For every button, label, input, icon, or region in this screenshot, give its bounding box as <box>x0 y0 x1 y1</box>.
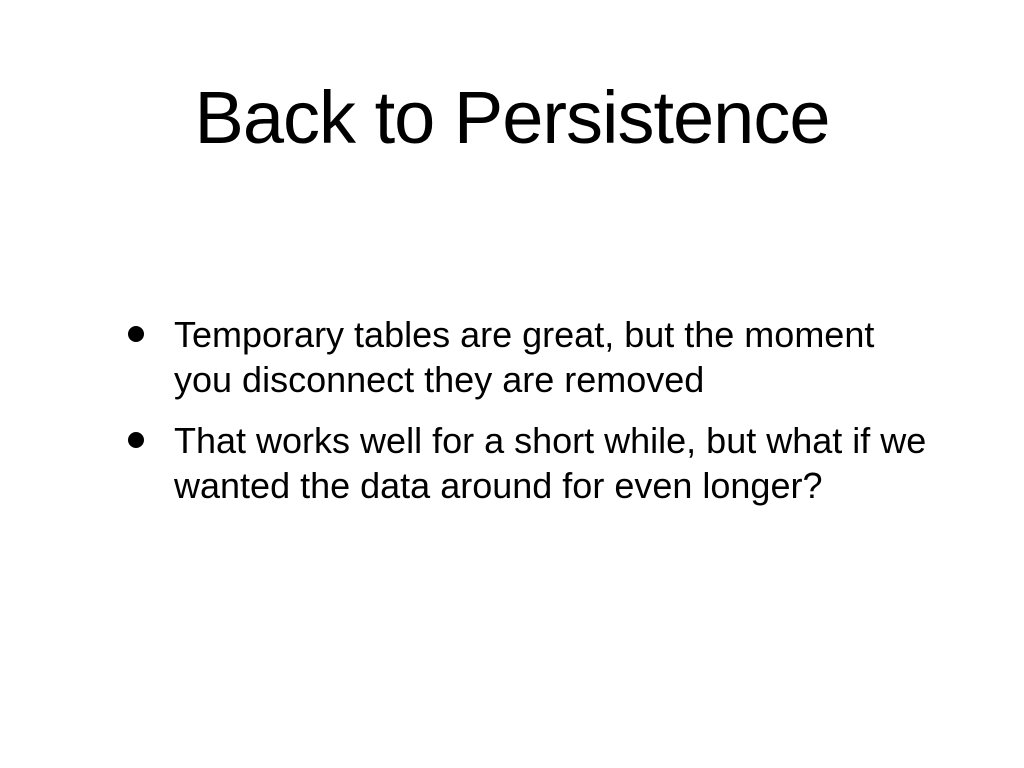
bullet-dot-icon <box>128 432 144 448</box>
bullet-text: That works well for a short while, but w… <box>174 420 927 506</box>
bullet-list: Temporary tables are great, but the mome… <box>128 312 928 524</box>
slide-title: Back to Persistence <box>194 76 831 159</box>
bullet-dot-icon <box>128 326 144 342</box>
bullet-item: Temporary tables are great, but the mome… <box>128 312 928 402</box>
bullet-text: Temporary tables are great, but the mome… <box>174 314 875 400</box>
slide: Back to Persistence Temporary tables are… <box>0 0 1024 768</box>
bullet-item: That works well for a short while, but w… <box>128 418 928 508</box>
